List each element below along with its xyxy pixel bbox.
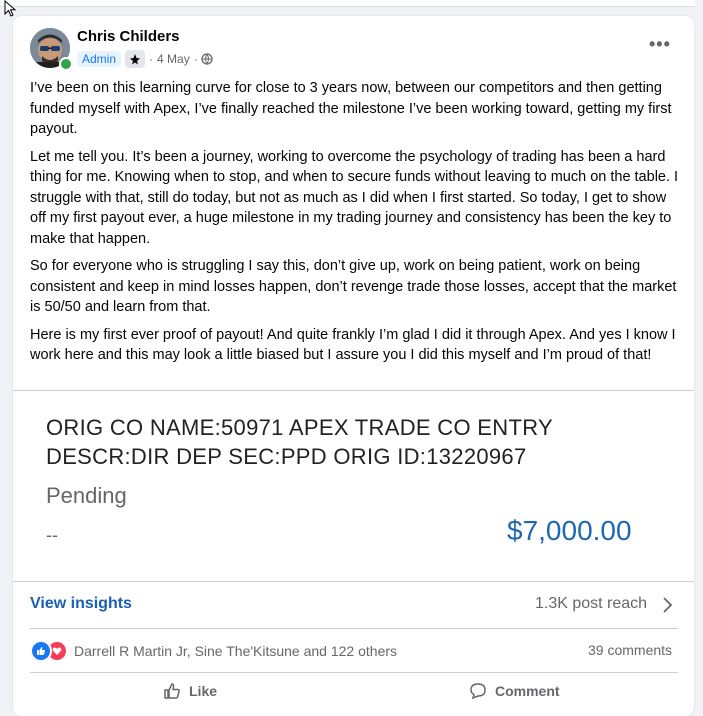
post-meta: Admin · 4 May · [77, 50, 213, 68]
post-reach[interactable]: 1.3K post reach [535, 595, 647, 613]
comment-button[interactable]: Comment [469, 682, 560, 700]
like-button[interactable]: Like [163, 682, 217, 700]
divider [30, 672, 678, 673]
admin-badge: Admin [77, 51, 122, 67]
post-paragraph: So for everyone who is struggling I say … [30, 258, 677, 315]
online-status-dot [59, 57, 73, 71]
like-reaction-icon [30, 640, 52, 662]
mouse-cursor-icon [4, 0, 17, 17]
thumbs-up-icon [164, 683, 180, 699]
transaction-placeholder: -- [46, 525, 58, 545]
comments-count[interactable]: 39 comments [588, 642, 672, 658]
divider [30, 628, 678, 629]
transaction-description: ORIG CO NAME:50971 APEX TRADE CO ENTRY D… [46, 415, 553, 469]
globe-icon [201, 53, 213, 65]
chevron-right-icon[interactable] [661, 596, 673, 614]
reactor-names[interactable]: Darrell R Martin Jr, Sine The'Kitsune an… [74, 643, 397, 659]
view-insights-link[interactable]: View insights [30, 595, 132, 613]
more-options-icon[interactable]: ••• [649, 34, 671, 55]
comment-icon [470, 683, 486, 700]
like-label: Like [189, 683, 218, 699]
author-name[interactable]: Chris Childers [77, 28, 180, 45]
post-separator-2: · [193, 52, 198, 66]
reactions-summary[interactable]: Darrell R Martin Jr, Sine The'Kitsune an… [30, 640, 397, 662]
group-role-icon [125, 50, 146, 68]
post-paragraph: Here is my first ever proof of payout! A… [30, 326, 676, 364]
post-paragraph: I’ve been on this learning curve for clo… [30, 80, 672, 137]
top-bar [0, 0, 695, 7]
transaction-amount: $7,000.00 [507, 515, 632, 546]
post-card: Chris Childers Admin · 4 May · ••• I’ve … [13, 16, 694, 716]
transaction-status: Pending [46, 483, 127, 508]
post-body: I’ve been on this learning curve for clo… [30, 78, 682, 373]
post-separator: · [149, 52, 154, 66]
payout-proof-image[interactable]: ORIG CO NAME:50971 APEX TRADE CO ENTRY D… [13, 390, 694, 582]
post-paragraph: Let me tell you. It’s been a journey, wo… [30, 148, 679, 247]
post-date[interactable]: 4 May [157, 52, 190, 66]
comment-label: Comment [495, 683, 560, 699]
